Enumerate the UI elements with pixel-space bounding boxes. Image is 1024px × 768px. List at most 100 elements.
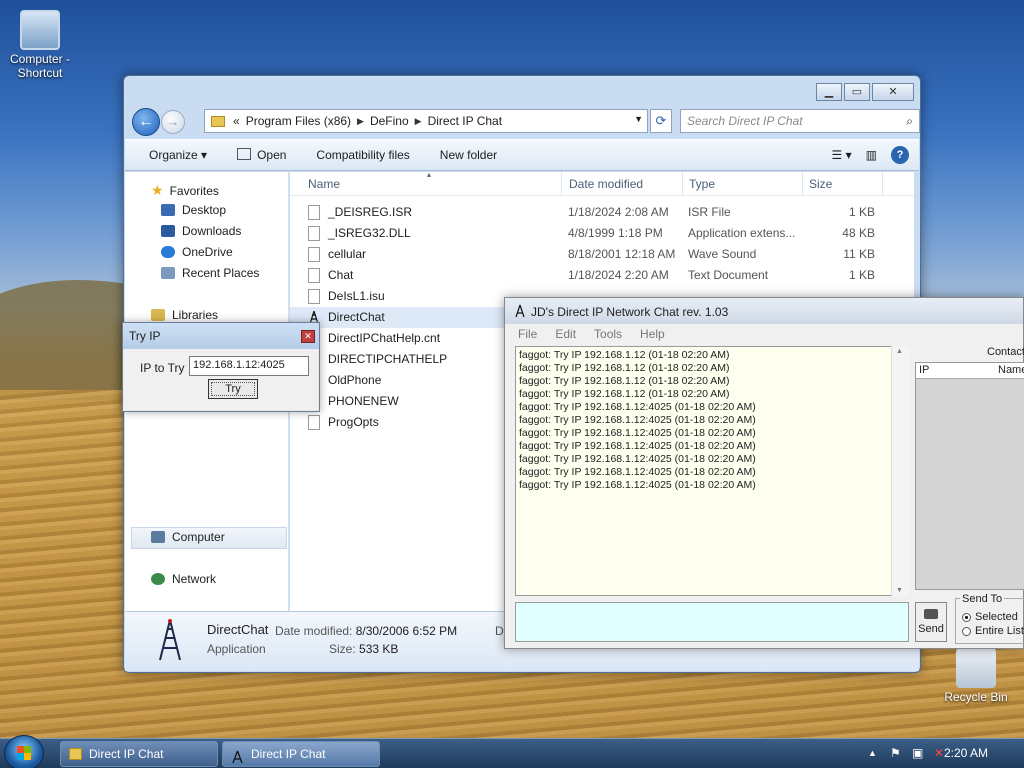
- nav-onedrive[interactable]: OneDrive: [161, 245, 233, 259]
- details-date-value: 8/30/2006 6:52 PM: [355, 624, 458, 638]
- breadcrumb-overflow[interactable]: «: [233, 114, 240, 128]
- file-name: ProgOpts: [328, 415, 379, 429]
- details-name: DirectChat: [207, 622, 269, 637]
- details-size-value: 533 KB: [359, 642, 399, 656]
- send-entire-list-radio[interactable]: Entire List: [962, 625, 1024, 637]
- taskbar-button-chat[interactable]: Direct IP Chat: [222, 741, 380, 767]
- desktop-icon-label: Computer - Shortcut: [9, 52, 71, 80]
- details-extra: D: [495, 624, 504, 638]
- send-to-label: Send To: [960, 593, 1005, 605]
- chat-window: JD's Direct IP Network Chat rev. 1.03 Fi…: [504, 297, 1024, 649]
- menu-help[interactable]: Help: [640, 324, 665, 344]
- star-icon: ★: [151, 182, 164, 198]
- file-row[interactable]: Chat 1/18/2024 2:20 AM Text Document 1 K…: [290, 265, 914, 286]
- nav-network[interactable]: Network: [151, 572, 216, 586]
- menu-tools[interactable]: Tools: [594, 324, 622, 344]
- menu-edit[interactable]: Edit: [555, 324, 576, 344]
- desktop-icon-label: Recycle Bin: [944, 690, 1008, 704]
- menu-file[interactable]: File: [518, 324, 537, 344]
- nav-favorites[interactable]: ★ Favorites: [151, 182, 219, 199]
- file-size: 1 KB: [848, 205, 875, 219]
- chat-titlebar: JD's Direct IP Network Chat rev. 1.03: [505, 298, 1023, 324]
- maximize-button[interactable]: ▭: [844, 83, 870, 101]
- open-button[interactable]: Open: [237, 148, 286, 162]
- new-folder-button[interactable]: New folder: [440, 148, 497, 162]
- contacts-label: Contact: [987, 346, 1024, 358]
- try-button[interactable]: Try: [208, 379, 258, 399]
- column-type[interactable]: Type: [689, 177, 715, 191]
- column-name[interactable]: Name: [308, 177, 340, 191]
- view-options-icon[interactable]: ☰ ▾: [832, 148, 852, 162]
- clock[interactable]: 2:20 AM: [944, 746, 988, 760]
- send-selected-radio[interactable]: Selected: [962, 611, 1018, 623]
- send-button[interactable]: Send: [915, 602, 947, 642]
- chevron-right-icon[interactable]: ▶: [357, 116, 364, 127]
- details-date-label: Date modified:: [275, 624, 353, 638]
- chevron-right-icon[interactable]: ▶: [415, 116, 422, 127]
- nav-recent-places[interactable]: Recent Places: [161, 266, 259, 280]
- ip-label: IP to Try: [140, 361, 185, 375]
- dll-file-icon: [308, 226, 320, 241]
- folder-icon: [211, 115, 225, 127]
- file-name: _ISREG32.DLL: [328, 226, 411, 240]
- nav-label: Computer: [172, 530, 225, 544]
- message-input[interactable]: [515, 602, 909, 642]
- nav-label: Favorites: [169, 183, 219, 198]
- close-icon[interactable]: ✕: [301, 330, 315, 343]
- help-icon[interactable]: ?: [891, 146, 909, 164]
- minimize-button[interactable]: ▁: [816, 83, 842, 101]
- volume-muted-icon[interactable]: ✕: [934, 746, 944, 760]
- chat-message: faggot: Try IP 192.168.1.12:4025 (01-18 …: [519, 479, 756, 491]
- ip-input[interactable]: 192.168.1.12:4025: [189, 356, 309, 376]
- nav-desktop[interactable]: Desktop: [161, 203, 226, 217]
- back-button[interactable]: ←: [132, 108, 160, 136]
- contacts-list[interactable]: IP Name: [915, 362, 1024, 590]
- close-button[interactable]: ✕: [872, 83, 914, 101]
- antenna-icon: [515, 304, 525, 318]
- system-tray: ▲ ⚑ ▣ ✕ 2:20 AM: [844, 739, 1024, 768]
- file-type: Wave Sound: [688, 247, 757, 261]
- window-controls: ▁ ▭ ✕: [816, 83, 914, 101]
- chat-message: faggot: Try IP 192.168.1.12:4025 (01-18 …: [519, 401, 756, 413]
- file-size: 11 KB: [843, 247, 875, 261]
- file-row[interactable]: _ISREG32.DLL 4/8/1999 1:18 PM Applicatio…: [290, 223, 914, 244]
- chat-message: faggot: Try IP 192.168.1.12:4025 (01-18 …: [519, 440, 756, 452]
- breadcrumb-program-files[interactable]: Program Files (x86): [246, 114, 351, 128]
- send-to-group: Send To Selected Entire List: [955, 593, 1024, 644]
- radio-label: Selected: [975, 611, 1018, 623]
- desktop-icon-recycle-bin[interactable]: Recycle Bin: [938, 648, 1014, 704]
- preview-pane-icon[interactable]: ▥: [866, 148, 877, 162]
- contacts-col-name[interactable]: Name: [998, 364, 1024, 376]
- search-icon[interactable]: ⌕: [906, 110, 913, 132]
- desktop-icon-computer-shortcut[interactable]: Computer - Shortcut: [2, 10, 78, 80]
- recycle-bin-icon: [956, 648, 996, 688]
- action-center-icon[interactable]: ⚑: [890, 746, 901, 760]
- network-status-icon[interactable]: ▣: [912, 746, 923, 760]
- column-date-modified[interactable]: Date modified: [569, 177, 643, 191]
- address-bar[interactable]: « Program Files (x86) ▶ DeFino ▶ Direct …: [204, 109, 648, 133]
- breadcrumb-direct-ip-chat[interactable]: Direct IP Chat: [428, 114, 502, 128]
- search-input[interactable]: Search Direct IP Chat ⌕: [680, 109, 920, 133]
- compatibility-files-button[interactable]: Compatibility files: [316, 148, 409, 162]
- chat-log-scrollbar[interactable]: [891, 346, 909, 596]
- radio-unchecked-icon: [962, 626, 971, 636]
- file-row[interactable]: _DEISREG.ISR 1/18/2024 2:08 AM ISR File …: [290, 202, 914, 223]
- chat-message: faggot: Try IP 192.168.1.12:4025 (01-18 …: [519, 453, 756, 465]
- nav-downloads[interactable]: Downloads: [161, 224, 241, 238]
- show-hidden-icons-icon[interactable]: ▲: [868, 748, 877, 758]
- refresh-button[interactable]: ⟳: [650, 109, 672, 133]
- chevron-down-icon[interactable]: ▼: [634, 114, 643, 124]
- taskbar-button-explorer[interactable]: Direct IP Chat: [60, 741, 218, 767]
- chat-log[interactable]: faggot: Try IP 192.168.1.12 (01-18 02:20…: [515, 346, 909, 596]
- nav-libraries[interactable]: Libraries: [151, 308, 218, 322]
- column-size[interactable]: Size: [809, 177, 832, 191]
- breadcrumb-defino[interactable]: DeFino: [370, 114, 409, 128]
- nav-computer[interactable]: Computer: [151, 530, 225, 544]
- file-row[interactable]: cellular 8/18/2001 12:18 AM Wave Sound 1…: [290, 244, 914, 265]
- contacts-col-ip[interactable]: IP: [919, 364, 929, 376]
- file-icon: [308, 289, 320, 304]
- forward-button[interactable]: →: [161, 110, 185, 134]
- organize-button[interactable]: Organize ▾: [149, 148, 207, 162]
- nav-label: Recent Places: [182, 266, 260, 280]
- start-button[interactable]: [4, 735, 44, 768]
